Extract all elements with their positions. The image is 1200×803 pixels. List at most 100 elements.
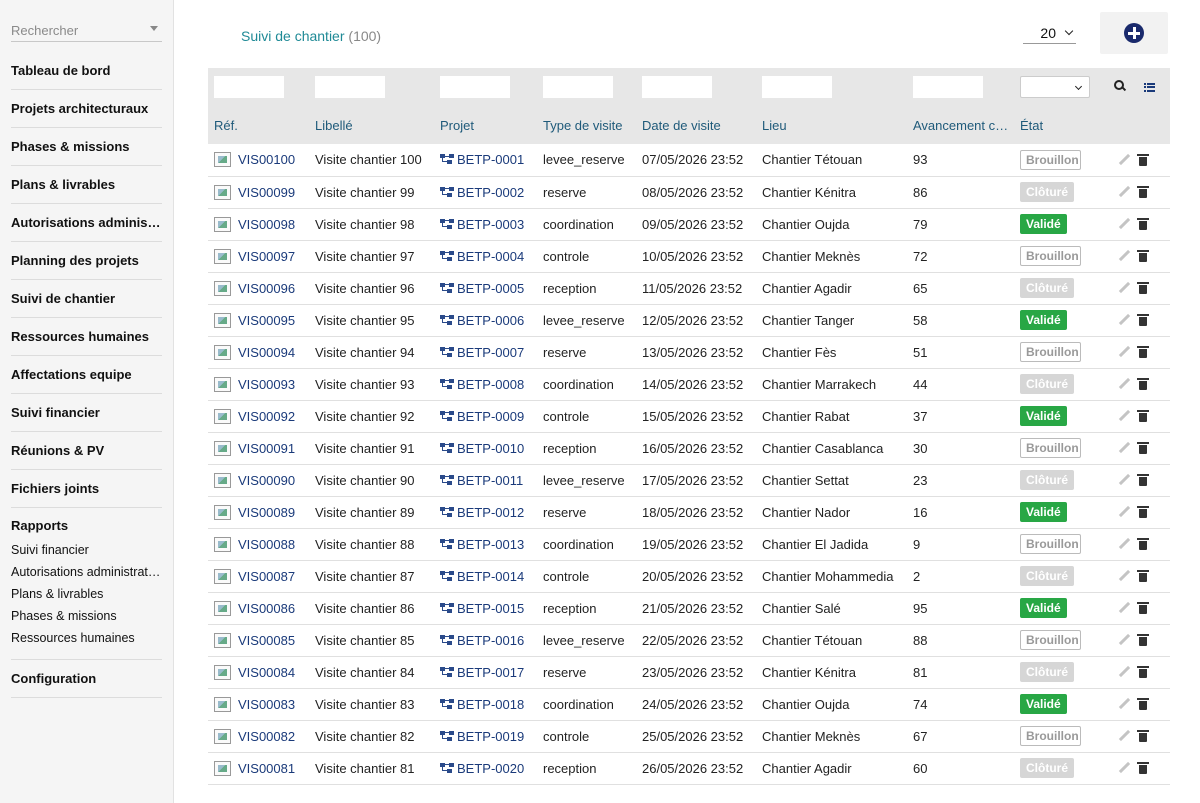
sidebar-search[interactable]: [11, 20, 162, 42]
filter-type-input[interactable]: [543, 76, 613, 98]
trash-icon[interactable]: [1137, 602, 1149, 614]
search-input[interactable]: [11, 20, 162, 40]
trash-icon[interactable]: [1137, 506, 1149, 518]
edit-pencil-icon[interactable]: [1118, 346, 1130, 358]
ref-link[interactable]: VIS00100: [238, 152, 295, 167]
project-link[interactable]: BETP-0014: [457, 569, 524, 584]
project-link[interactable]: BETP-0011: [457, 473, 523, 488]
trash-icon[interactable]: [1137, 410, 1149, 422]
trash-icon[interactable]: [1137, 474, 1149, 486]
search-icon[interactable]: [1114, 79, 1126, 92]
ref-link[interactable]: VIS00085: [238, 633, 295, 648]
filter-date-input[interactable]: [642, 76, 712, 98]
table-row[interactable]: VIS00094 Visite chantier 94 BETP-0007 reser…: [208, 336, 1170, 368]
sidebar-item-autorisations[interactable]: Autorisations administratives: [11, 204, 162, 242]
trash-icon[interactable]: [1137, 314, 1149, 326]
edit-pencil-icon[interactable]: [1118, 282, 1130, 294]
sidebar-item-projets-architecturaux[interactable]: Projets architecturaux: [11, 90, 162, 128]
project-link[interactable]: BETP-0015: [457, 601, 524, 616]
table-row[interactable]: VIS00097 Visite chantier 97 BETP-0004 contr…: [208, 240, 1170, 272]
ref-link[interactable]: VIS00091: [238, 441, 295, 456]
table-row[interactable]: VIS00096 Visite chantier 96 BETP-0005 recep…: [208, 272, 1170, 304]
ref-link[interactable]: VIS00087: [238, 569, 295, 584]
col-header-ref[interactable]: Réf.: [208, 106, 309, 144]
col-header-type[interactable]: Type de visite: [537, 106, 636, 144]
trash-icon[interactable]: [1137, 153, 1149, 166]
trash-icon[interactable]: [1137, 218, 1149, 230]
per-page-select[interactable]: 20: [1023, 22, 1076, 44]
table-row[interactable]: VIS00090 Visite chantier 90 BETP-0011 levee…: [208, 464, 1170, 496]
trash-icon[interactable]: [1137, 442, 1149, 454]
col-header-etat[interactable]: État: [1014, 106, 1102, 144]
project-link[interactable]: BETP-0012: [457, 505, 524, 520]
edit-pencil-icon[interactable]: [1118, 154, 1130, 166]
edit-pencil-icon[interactable]: [1118, 570, 1130, 582]
project-link[interactable]: BETP-0009: [457, 409, 524, 424]
table-row[interactable]: VIS00091 Visite chantier 91 BETP-0010 recep…: [208, 432, 1170, 464]
report-item-suivi-financier[interactable]: Suivi financier: [11, 539, 162, 561]
trash-icon[interactable]: [1137, 666, 1149, 678]
filter-libelle-input[interactable]: [315, 76, 385, 98]
edit-pencil-icon[interactable]: [1118, 410, 1130, 422]
ref-link[interactable]: VIS00096: [238, 281, 295, 296]
sidebar-item-phases-missions[interactable]: Phases & missions: [11, 128, 162, 166]
add-record-button[interactable]: [1100, 12, 1168, 54]
sidebar-item-planning[interactable]: Planning des projets: [11, 242, 162, 280]
project-link[interactable]: BETP-0004: [457, 249, 524, 264]
trash-icon[interactable]: [1137, 282, 1149, 294]
edit-pencil-icon[interactable]: [1118, 730, 1130, 742]
project-link[interactable]: BETP-0016: [457, 633, 524, 648]
col-header-avancement[interactable]: Avancement constaté: [907, 106, 1014, 144]
edit-pencil-icon[interactable]: [1118, 698, 1130, 710]
ref-link[interactable]: VIS00098: [238, 217, 295, 232]
col-header-date[interactable]: Date de visite: [636, 106, 756, 144]
edit-pencil-icon[interactable]: [1118, 314, 1130, 326]
table-row[interactable]: VIS00081 Visite chantier 81 BETP-0020 recep…: [208, 752, 1170, 784]
trash-icon[interactable]: [1137, 186, 1149, 198]
project-link[interactable]: BETP-0008: [457, 377, 524, 392]
table-row[interactable]: VIS00095 Visite chantier 95 BETP-0006 levee…: [208, 304, 1170, 336]
ref-link[interactable]: VIS00084: [238, 665, 295, 680]
filter-etat-select[interactable]: [1020, 76, 1090, 98]
ref-link[interactable]: VIS00089: [238, 505, 295, 520]
col-header-libelle[interactable]: Libellé: [309, 106, 434, 144]
trash-icon[interactable]: [1137, 378, 1149, 390]
ref-link[interactable]: VIS00097: [238, 249, 295, 264]
table-row[interactable]: VIS00084 Visite chantier 84 BETP-0017 reser…: [208, 656, 1170, 688]
report-item-ressources-humaines[interactable]: Ressources humaines: [11, 627, 162, 649]
table-row[interactable]: VIS00088 Visite chantier 88 BETP-0013 coord…: [208, 528, 1170, 560]
ref-link[interactable]: VIS00086: [238, 601, 295, 616]
ref-link[interactable]: VIS00093: [238, 377, 295, 392]
project-link[interactable]: BETP-0018: [457, 697, 524, 712]
ref-link[interactable]: VIS00088: [238, 537, 295, 552]
sidebar-item-reunions-pv[interactable]: Réunions & PV: [11, 432, 162, 470]
col-header-lieu[interactable]: Lieu: [756, 106, 907, 144]
trash-icon[interactable]: [1137, 250, 1149, 262]
sidebar-item-tableau-de-bord[interactable]: Tableau de bord: [11, 52, 162, 90]
project-link[interactable]: BETP-0005: [457, 281, 524, 296]
sidebar-item-suivi-chantier[interactable]: Suivi de chantier: [11, 280, 162, 318]
trash-icon[interactable]: [1137, 538, 1149, 550]
table-row[interactable]: VIS00082 Visite chantier 82 BETP-0019 contr…: [208, 720, 1170, 752]
project-link[interactable]: BETP-0013: [457, 537, 524, 552]
project-link[interactable]: BETP-0007: [457, 345, 524, 360]
sidebar-item-affectations[interactable]: Affectations equipe: [11, 356, 162, 394]
ref-link[interactable]: VIS00081: [238, 761, 295, 776]
project-link[interactable]: BETP-0020: [457, 761, 524, 776]
project-link[interactable]: BETP-0001: [457, 152, 524, 167]
filter-lieu-input[interactable]: [762, 76, 832, 98]
edit-pencil-icon[interactable]: [1118, 186, 1130, 198]
chevron-down-icon[interactable]: [150, 26, 158, 31]
edit-pencil-icon[interactable]: [1118, 474, 1130, 486]
project-link[interactable]: BETP-0017: [457, 665, 524, 680]
project-link[interactable]: BETP-0006: [457, 313, 524, 328]
edit-pencil-icon[interactable]: [1118, 250, 1130, 262]
trash-icon[interactable]: [1137, 634, 1149, 646]
edit-pencil-icon[interactable]: [1118, 442, 1130, 454]
sidebar-item-plans-livrables[interactable]: Plans & livrables: [11, 166, 162, 204]
table-row[interactable]: VIS00089 Visite chantier 89 BETP-0012 reser…: [208, 496, 1170, 528]
sidebar-group-title[interactable]: Rapports: [11, 518, 162, 533]
project-link[interactable]: BETP-0002: [457, 185, 524, 200]
edit-pencil-icon[interactable]: [1118, 218, 1130, 230]
ref-link[interactable]: VIS00094: [238, 345, 295, 360]
